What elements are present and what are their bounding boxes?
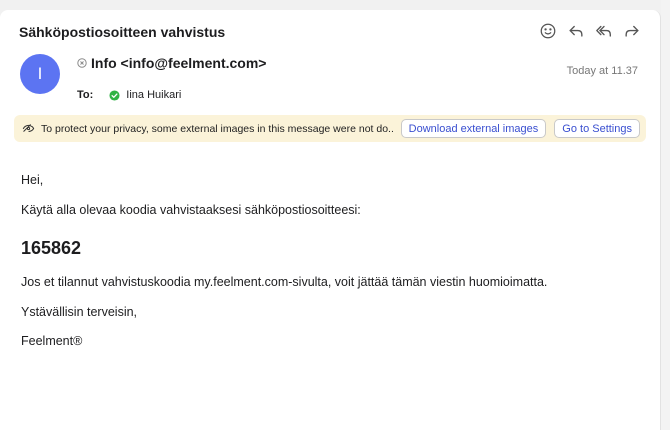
forward-icon[interactable] [623,22,641,40]
sender-address[interactable]: Info <info@feelment.com> [91,55,266,71]
reply-icon[interactable] [567,22,585,40]
instruction-text: Käytä alla olevaa koodia vahvistaaksesi … [21,203,361,217]
unverified-sender-icon [77,58,87,68]
privacy-banner: To protect your privacy, some external i… [14,115,646,142]
adjacent-window-edge [661,0,670,430]
sender-row: Info <info@feelment.com> [77,55,266,71]
closing-text: Ystävällisin terveisin, [21,305,138,319]
smiley-icon[interactable] [539,22,557,40]
signature: Feelment® [21,334,83,348]
ignore-note: Jos et tilannut vahvistuskoodia my.feelm… [21,275,548,289]
recipient-row: To: Iina Huikari [77,89,181,101]
privacy-icon [22,122,35,135]
recipient-name[interactable]: Iina Huikari [126,89,181,101]
reply-all-icon[interactable] [595,22,613,40]
download-images-button[interactable]: Download external images [400,119,547,138]
email-subject: Sähköpostiosoitteen vahvistus [19,24,226,40]
email-viewer: Sähköpostiosoitteen vahvistus I Info <in… [0,10,661,430]
to-label: To: [77,89,94,101]
avatar: I [20,54,60,94]
go-to-settings-button[interactable]: Go to Settings [554,119,640,138]
message-date: Today at 11.37 [566,65,638,77]
verification-code: 165862 [21,238,82,258]
avatar-initial: I [37,64,43,83]
privacy-message: To protect your privacy, some external i… [41,122,393,135]
verified-check-icon [109,89,120,101]
greeting: Hei, [21,173,44,187]
message-toolbar [539,22,641,40]
